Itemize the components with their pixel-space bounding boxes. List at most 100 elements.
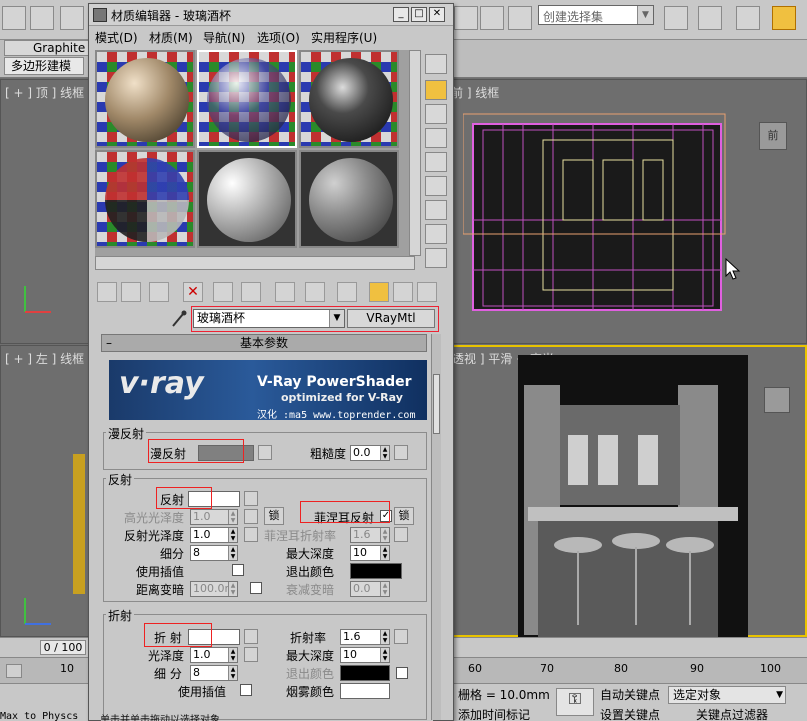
slots-vertical-scrollbar[interactable] — [409, 50, 421, 256]
assign-to-selection-icon[interactable] — [149, 282, 169, 302]
slots-horizontal-scrollbar[interactable] — [95, 256, 415, 270]
hilight-gloss-spinner[interactable]: 1.0 ▲ ▼ — [190, 509, 238, 525]
hilight-lock-button[interactable]: 锁 — [264, 507, 284, 525]
curve-editor-icon[interactable] — [736, 6, 760, 30]
auto-key-button[interactable]: 自动关键点 — [600, 686, 660, 703]
key-mode-icon[interactable] — [6, 664, 22, 678]
viewcube-front[interactable]: 前 — [759, 122, 787, 150]
rollout-scroll-thumb[interactable] — [433, 374, 440, 434]
fresnel-lock-button[interactable]: 锁 — [394, 507, 414, 525]
dim-distance-spinner[interactable]: 100.0m ▲ ▼ — [190, 581, 238, 597]
spinner-snap-icon[interactable] — [508, 6, 532, 30]
sample-slot-4[interactable] — [95, 150, 195, 248]
sample-slot-5[interactable] — [197, 150, 297, 248]
named-selection-set-dropdown[interactable]: 创建选择集 ▼ — [538, 5, 654, 25]
viewport-top-label[interactable]: [ + ] 顶 ] 线框 — [5, 84, 84, 101]
refract-map-button[interactable] — [244, 629, 258, 644]
sample-slot-3[interactable] — [299, 50, 399, 148]
subdivs-spinner[interactable]: 8 ▲ ▼ — [190, 545, 238, 561]
material-editor-titlebar[interactable]: 材质编辑器 - 玻璃酒杯 _ □ ✕ — [89, 4, 453, 26]
rollout-header[interactable]: – 基本参数 — [101, 334, 427, 352]
key-selection-dropdown[interactable]: 选定对象 ▼ — [668, 686, 786, 704]
viewport-perspective[interactable]: 透视 ] 平滑 + 高光 — [446, 345, 807, 637]
make-preview-icon[interactable] — [425, 176, 447, 196]
set-key-button[interactable]: 设置关键点 — [600, 706, 660, 721]
script-status[interactable]: Max to Physcs — [0, 711, 78, 721]
roughness-spinner[interactable]: 0.0 ▲ ▼ — [350, 445, 390, 461]
align-icon[interactable] — [698, 6, 722, 30]
eyedropper-icon[interactable] — [171, 310, 187, 328]
put-to-scene-icon[interactable] — [121, 282, 141, 302]
add-time-tag[interactable]: 添加时间标记 — [458, 706, 530, 721]
video-color-check-icon[interactable] — [425, 152, 447, 172]
key-filters-button[interactable]: 关键点过滤器 — [696, 706, 768, 721]
show-end-result-icon[interactable] — [369, 282, 389, 302]
sample-slot-1[interactable] — [95, 50, 195, 148]
menu-mode[interactable]: 模式(D) — [95, 29, 138, 46]
time-slider-handle[interactable]: 0 / 100 — [40, 640, 86, 655]
tab-polygon-modeling[interactable]: 多边形建模 — [4, 57, 84, 75]
material-editor-icon[interactable] — [772, 6, 796, 30]
fresnel-ior-spinner[interactable]: 1.6 ▲ ▼ — [350, 527, 390, 543]
background-checker-icon[interactable] — [425, 104, 447, 124]
mirror-icon[interactable] — [664, 6, 688, 30]
exit-color-swatch[interactable] — [350, 563, 402, 579]
set-key-icon[interactable]: ⚿ — [556, 688, 594, 716]
material-name-dropdown[interactable]: 玻璃酒杯 ▼ — [193, 309, 345, 328]
select-region-icon[interactable] — [2, 6, 26, 30]
fresnel-ior-map-button[interactable] — [394, 527, 408, 542]
get-material-icon[interactable] — [97, 282, 117, 302]
fog-color-swatch[interactable] — [340, 683, 390, 699]
max-depth-spinner[interactable]: 10 ▲ ▼ — [350, 545, 390, 561]
menu-material[interactable]: 材质(M) — [149, 29, 193, 46]
rollout-scrollbar[interactable] — [431, 334, 441, 720]
refract-exit-color-swatch[interactable] — [340, 665, 390, 681]
sample-slot-6[interactable] — [299, 150, 399, 248]
go-forward-sibling-icon[interactable] — [417, 282, 437, 302]
make-unique-icon[interactable] — [241, 282, 261, 302]
reset-material-icon[interactable]: ✕ — [183, 282, 203, 302]
refl-gloss-spinner[interactable]: 1.0 ▲ ▼ — [190, 527, 238, 543]
menu-utilities[interactable]: 实用程序(U) — [311, 29, 377, 46]
menu-options[interactable]: 选项(O) — [257, 29, 300, 46]
refract-subdivs-spinner[interactable]: 8 ▲ ▼ — [190, 665, 238, 681]
dim-falloff-spinner[interactable]: 0.0 ▲ ▼ — [350, 581, 390, 597]
angle-snap-icon[interactable] — [480, 6, 504, 30]
use-interp-checkbox[interactable] — [232, 564, 244, 576]
put-to-library-icon[interactable] — [275, 282, 295, 302]
viewport-front[interactable]: 前 ] 线框 前 — [446, 79, 807, 344]
diffuse-map-button[interactable] — [258, 445, 272, 460]
ior-spinner[interactable]: 1.6 ▲ ▼ — [340, 629, 390, 645]
refract-use-interp-checkbox[interactable] — [240, 684, 252, 696]
ior-map-button[interactable] — [394, 629, 408, 644]
viewport-left[interactable]: [ + ] 左 ] 线框 — [0, 345, 90, 637]
sample-type-icon[interactable] — [425, 54, 447, 74]
go-to-parent-icon[interactable] — [393, 282, 413, 302]
show-map-in-viewport-icon[interactable] — [337, 282, 357, 302]
viewcube-perspective[interactable] — [764, 387, 790, 413]
select-by-material-icon[interactable] — [425, 224, 447, 244]
tab-graphite[interactable]: Graphite — [4, 40, 90, 56]
refl-gloss-map-button[interactable] — [244, 527, 258, 542]
material-id-icon[interactable] — [305, 282, 325, 302]
viewport-top[interactable]: [ + ] 顶 ] 线框 — [0, 79, 90, 344]
select-move-icon[interactable] — [60, 6, 84, 30]
snap-toggle-icon[interactable] — [454, 6, 478, 30]
refract-gloss-map-button[interactable] — [244, 647, 258, 662]
menu-navigation[interactable]: 导航(N) — [203, 29, 245, 46]
refract-max-depth-spinner[interactable]: 10 ▲ ▼ — [340, 647, 390, 663]
refract-gloss-spinner[interactable]: 1.0 ▲ ▼ — [190, 647, 238, 663]
options-icon[interactable] — [425, 200, 447, 220]
hilight-gloss-map-button[interactable] — [244, 509, 258, 524]
minimize-icon[interactable]: _ — [393, 7, 409, 22]
backlight-icon[interactable] — [425, 80, 447, 100]
material-type-button[interactable]: VRayMtl — [347, 309, 435, 328]
sample-uv-tiling-icon[interactable] — [425, 128, 447, 148]
material-navigator-icon[interactable] — [425, 248, 447, 268]
reflect-map-button[interactable] — [244, 491, 258, 506]
viewport-left-label[interactable]: [ + ] 左 ] 线框 — [5, 350, 84, 367]
window-crossing-icon[interactable] — [30, 6, 54, 30]
maximize-icon[interactable]: □ — [411, 7, 427, 22]
refract-exit-color-checkbox[interactable] — [396, 667, 408, 679]
close-icon[interactable]: ✕ — [429, 7, 445, 22]
